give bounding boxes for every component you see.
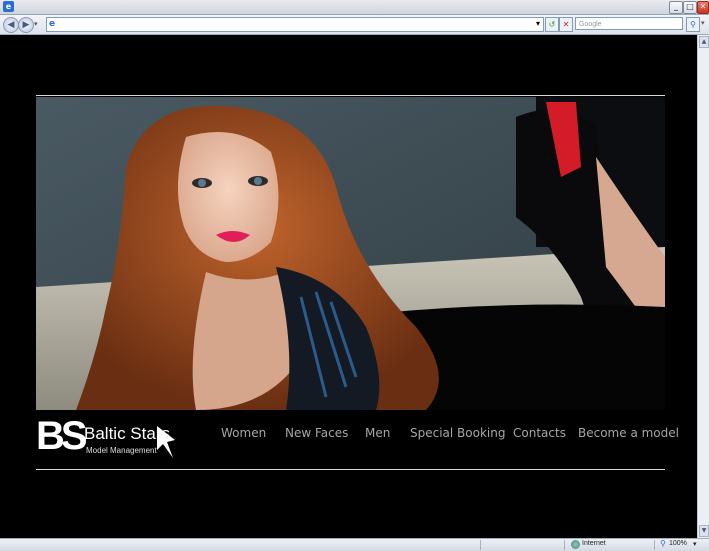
history-dropdown[interactable]: ▾ [34,20,38,28]
forward-button[interactable]: ▶ [18,17,34,33]
address-bar[interactable]: e [46,17,544,32]
back-button[interactable]: ◀ [3,17,19,33]
status-bar: Internet ⚲ 100% ▾ [0,538,709,551]
search-icon: ⚲ [690,20,696,29]
back-arrow-icon: ◀ [7,20,15,30]
logo-tagline: Model Management [86,446,157,455]
search-input[interactable]: Google [575,17,683,30]
nav-become-a-model[interactable]: Become a model [578,426,679,440]
maximize-button[interactable]: □ [683,1,697,14]
scroll-down-button[interactable]: ▼ [699,525,709,537]
browser-toolbar: ◀ ▶ ▾ e ▾ ↺ ✕ Google ⚲ ▾ [0,15,709,35]
refresh-icon: ↺ [548,20,556,29]
star-icon [157,426,175,458]
scroll-up-button[interactable]: ▲ [699,36,709,48]
search-button[interactable]: ⚲ [686,17,700,32]
minimize-button[interactable]: _ [669,1,683,14]
ie-logo-icon: e [3,1,14,12]
status-divider [480,540,481,550]
globe-icon [571,540,580,549]
status-divider [654,540,655,550]
top-divider [36,95,665,96]
nav-special-booking[interactable]: Special Booking [410,426,505,440]
security-zone: Internet [582,540,606,547]
bottom-divider [36,469,665,470]
stop-button[interactable]: ✕ [559,17,573,32]
nav-new-faces[interactable]: New Faces [285,426,348,440]
refresh-button[interactable]: ↺ [545,17,559,32]
nav-contacts[interactable]: Contacts [513,426,566,440]
close-button[interactable]: ✕ [697,1,709,14]
hero-image [36,97,665,410]
status-divider [564,540,565,550]
forward-arrow-icon: ▶ [22,20,30,30]
nav-men[interactable]: Men [365,426,390,440]
zoom-dropdown[interactable]: ▾ [693,540,697,548]
logo-monogram: BS [36,414,88,458]
search-dropdown[interactable]: ▾ [701,19,705,27]
stop-icon: ✕ [562,20,570,29]
address-dropdown[interactable]: ▾ [532,17,544,30]
model-photo [36,97,665,410]
vertical-scrollbar[interactable]: ▲ ▼ [697,35,709,538]
zoom-icon: ⚲ [660,539,666,548]
zoom-level[interactable]: 100% [669,540,687,547]
window-title-bar: e _ □ ✕ [0,0,709,15]
baltic-stars-logo[interactable]: BS Baltic Stars Model Management [36,414,181,464]
nav-women[interactable]: Women [221,426,266,440]
page-icon: e [49,19,56,29]
